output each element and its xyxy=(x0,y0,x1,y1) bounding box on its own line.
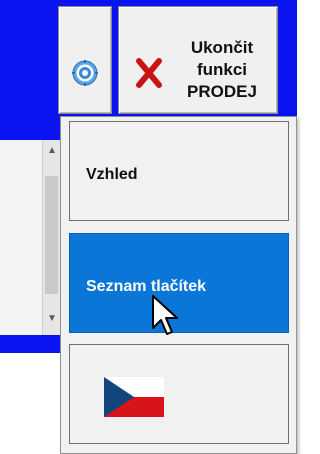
menu-item-button-list-label: Seznam tlačítek xyxy=(86,278,207,295)
blue-strip xyxy=(0,335,62,353)
czech-flag-icon xyxy=(104,377,164,417)
gear-icon xyxy=(72,60,98,86)
scroll-up-arrow-icon[interactable]: ▲ xyxy=(43,142,61,160)
end-sale-label-line-2: funkci xyxy=(196,60,248,79)
close-x-icon xyxy=(136,58,162,88)
settings-button[interactable] xyxy=(58,6,112,114)
menu-item-language[interactable] xyxy=(69,344,289,444)
end-sale-label-line-1: Ukončit xyxy=(190,38,254,57)
scroll-down-arrow-icon[interactable]: ▼ xyxy=(43,310,61,328)
end-sale-button[interactable]: Ukončit funkci PRODEJ xyxy=(118,6,278,114)
end-sale-label: Ukončit funkci PRODEJ xyxy=(171,37,273,103)
mouse-cursor-icon xyxy=(152,295,178,335)
settings-dropdown-menu: Vzhled Seznam tlačítek xyxy=(60,116,297,454)
scroll-thumb[interactable] xyxy=(45,176,58,294)
menu-item-appearance[interactable]: Vzhled xyxy=(69,121,289,221)
vertical-scrollbar[interactable]: ▲ ▼ xyxy=(42,140,60,335)
end-sale-label-line-3: PRODEJ xyxy=(187,82,257,101)
menu-item-appearance-label: Vzhled xyxy=(86,166,138,183)
